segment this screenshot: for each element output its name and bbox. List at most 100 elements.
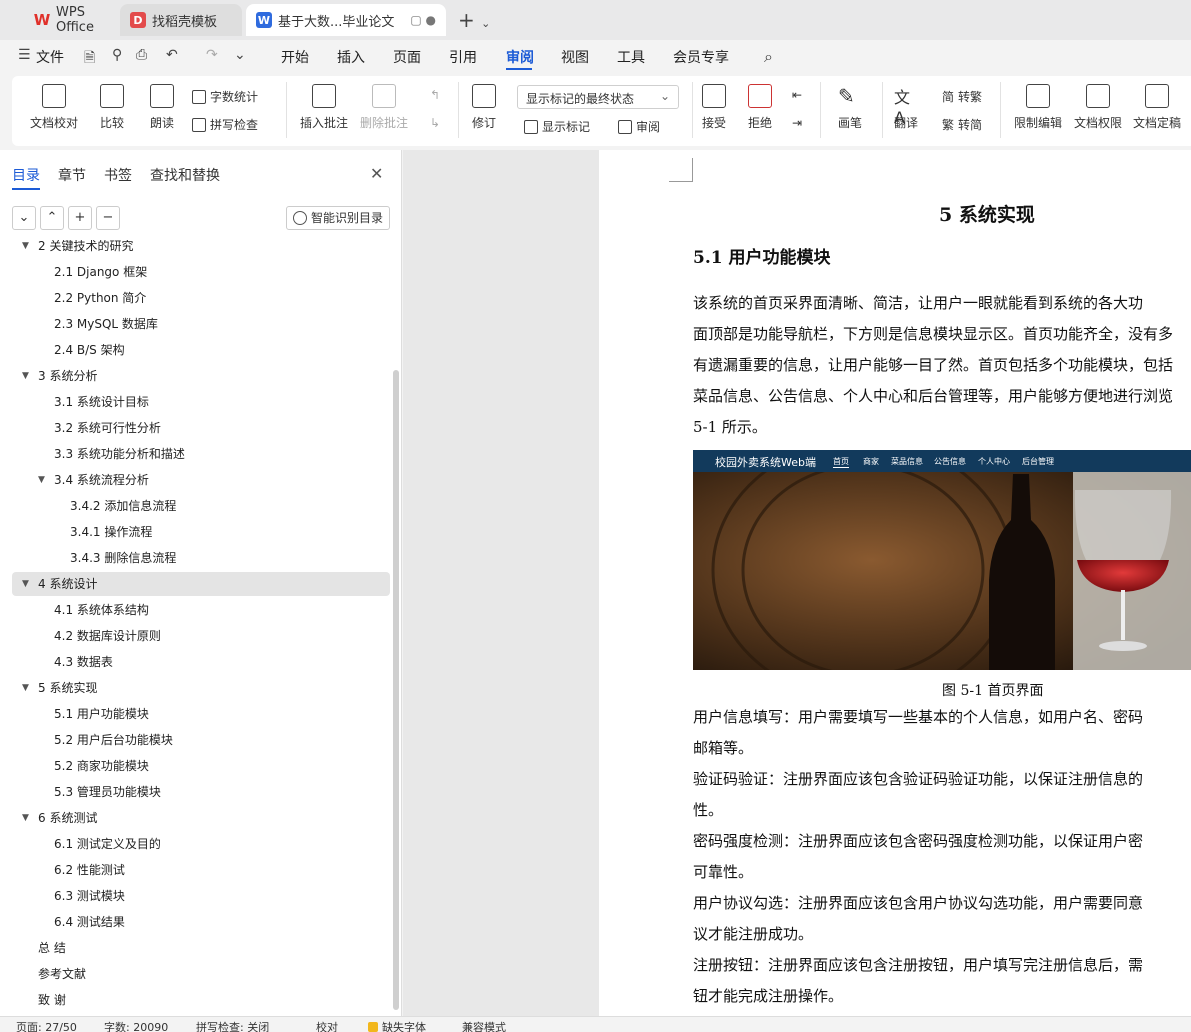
toc-item[interactable]: 3.4.3 删除信息流程 (12, 546, 390, 570)
next-comment-icon[interactable]: ↳ (430, 116, 440, 130)
toc-item[interactable]: ▼ 3 系统分析 (12, 364, 390, 388)
review-pane-button[interactable]: 审阅 (618, 118, 660, 135)
compare-button[interactable]: 比较 (100, 84, 124, 131)
save-icon[interactable]: 🗎 (84, 47, 95, 71)
remove-heading-button[interactable]: − (96, 206, 120, 230)
search-icon[interactable]: ⌕ (764, 47, 773, 67)
menu-references[interactable]: 引用 (449, 47, 477, 67)
document-page[interactable]: 5 系统实现 5.1 用户功能模块 该系统的首页采界面清晰、简洁，让用户一眼就能… (599, 150, 1191, 1016)
spell-check-status[interactable]: 拼写检查: 关闭 (196, 1019, 269, 1032)
menu-review[interactable]: 审阅 (506, 47, 534, 67)
nav-tab-toc[interactable]: 目录 (12, 165, 40, 185)
toc-item[interactable]: ▼ 6 系统测试 (12, 806, 390, 830)
expand-caret-icon[interactable]: ▼ (22, 572, 29, 596)
proofread-status[interactable]: 校对 (316, 1019, 338, 1032)
toc-item[interactable]: 3.4.1 操作流程 (12, 520, 390, 544)
toc-item[interactable]: 致 谢 (12, 988, 390, 1012)
menu-page[interactable]: 页面 (393, 47, 421, 67)
quick-access-dropdown-icon[interactable]: ⌄ (234, 47, 246, 63)
menu-start[interactable]: 开始 (281, 47, 309, 67)
add-heading-button[interactable]: + (68, 206, 92, 230)
next-change-icon[interactable]: ⇥ (792, 116, 802, 130)
toc-item[interactable]: 6.4 测试结果 (12, 910, 390, 934)
expand-caret-icon[interactable]: ▼ (22, 364, 29, 388)
doc-finalize-button[interactable]: 文档定稿 (1133, 84, 1181, 131)
toc-item[interactable]: 4.2 数据库设计原则 (12, 624, 390, 648)
toc-item[interactable]: 3.2 系统可行性分析 (12, 416, 390, 440)
toc-item[interactable]: 6.3 测试模块 (12, 884, 390, 908)
tab-document[interactable]: W 基于大数...毕业论文 ▢ ● (246, 4, 446, 36)
pen-button[interactable]: ✎ 画笔 (838, 84, 862, 131)
nav-tab-bookmarks[interactable]: 书签 (104, 165, 132, 185)
page-indicator[interactable]: 页面: 27/50 (16, 1019, 77, 1032)
toc-item[interactable]: ▼ 5 系统实现 (12, 676, 390, 700)
delete-comment-button[interactable]: 删除批注 (360, 84, 408, 131)
doc-permission-button[interactable]: 文档权限 (1074, 84, 1122, 131)
translate-button[interactable]: 文A 翻译 (894, 84, 918, 131)
word-count-button[interactable]: 字数统计 (192, 88, 258, 105)
toc-item[interactable]: 5.1 用户功能模块 (12, 702, 390, 726)
collapse-up-button[interactable]: ⌃ (40, 206, 64, 230)
menu-file[interactable]: 文件 (36, 47, 64, 67)
hamburger-menu-icon[interactable]: ☰ (18, 47, 31, 63)
new-tab-button[interactable]: + ⌄ (458, 8, 490, 32)
nav-tab-chapters[interactable]: 章节 (58, 165, 86, 185)
expand-caret-icon[interactable]: ▼ (38, 468, 45, 492)
toc-item[interactable]: ▼ 4 系统设计 (12, 572, 390, 596)
undo-icon[interactable]: ↶ (166, 47, 178, 63)
toc-scrollbar[interactable] (393, 370, 399, 1010)
restrict-edit-button[interactable]: 限制编辑 (1014, 84, 1062, 131)
read-aloud-button[interactable]: 朗读 (150, 84, 174, 131)
toc-item[interactable]: 2.2 Python 简介 (12, 286, 390, 310)
toc-item[interactable]: 5.2 用户后台功能模块 (12, 728, 390, 752)
toc-item[interactable]: 3.1 系统设计目标 (12, 390, 390, 414)
toc-item[interactable]: 5.2 商家功能模块 (12, 754, 390, 778)
collapse-down-button[interactable]: ⌄ (12, 206, 36, 230)
toc-item[interactable]: 参考文献 (12, 962, 390, 986)
prev-change-icon[interactable]: ⇤ (792, 88, 802, 102)
toc-item[interactable]: 3.4.2 添加信息流程 (12, 494, 390, 518)
reject-button[interactable]: 拒绝 (748, 84, 772, 131)
show-markup-button[interactable]: 显示标记 (524, 118, 590, 135)
menu-view[interactable]: 视图 (561, 47, 589, 67)
toc-item[interactable]: 总 结 (12, 936, 390, 960)
expand-caret-icon[interactable]: ▼ (22, 806, 29, 830)
nav-tab-find-replace[interactable]: 查找和替换 (150, 165, 220, 185)
tab-wps-office[interactable]: W WPS Office (24, 4, 116, 36)
redo-icon[interactable]: ↷ (206, 47, 218, 63)
spell-check-button[interactable]: 拼写检查 (192, 116, 258, 133)
toc-item[interactable]: 2.4 B/S 架构 (12, 338, 390, 362)
close-icon[interactable]: ✕ (370, 164, 383, 183)
toc-item[interactable]: 6.2 性能测试 (12, 858, 390, 882)
homepage-screenshot-figure[interactable]: 校园外卖系统Web端 首页 商家 菜品信息 公告信息 个人中心 后台管理 (693, 450, 1191, 670)
menu-member[interactable]: 会员专享 (673, 47, 729, 67)
to-traditional-button[interactable]: 简 转繁 (942, 88, 982, 105)
smart-toc-button[interactable]: 智能识别目录 (286, 206, 390, 230)
expand-caret-icon[interactable]: ▼ (22, 676, 29, 700)
toc-item[interactable]: ▼ 3.4 系统流程分析 (12, 468, 390, 492)
markup-state-dropdown[interactable]: 显示标记的最终状态 ⌄ (517, 85, 679, 109)
toc-item[interactable]: 3.3 系统功能分析和描述 (12, 442, 390, 466)
print-preview-icon[interactable]: ⎙ (136, 47, 147, 63)
toc-item[interactable]: 2.3 MySQL 数据库 (12, 312, 390, 336)
prev-comment-icon[interactable]: ↰ (430, 88, 440, 102)
insert-comment-button[interactable]: 插入批注 (300, 84, 348, 131)
to-simplified-button[interactable]: 繁 转简 (942, 116, 982, 133)
toc-item[interactable]: 4.3 数据表 (12, 650, 390, 674)
share-icon[interactable]: ⚲ (112, 47, 122, 63)
toc-item[interactable]: 4.1 系统体系结构 (12, 598, 390, 622)
tab-templates[interactable]: D 找稻壳模板 (120, 4, 242, 36)
expand-caret-icon[interactable]: ▼ (22, 240, 29, 258)
track-changes-button[interactable]: 修订 (472, 84, 496, 131)
menu-tools[interactable]: 工具 (617, 47, 645, 67)
word-count-status[interactable]: 字数: 20090 (104, 1019, 168, 1032)
toc-item[interactable]: 2.1 Django 框架 (12, 260, 390, 284)
toc-item[interactable]: ▼ 2 关键技术的研究 (12, 240, 390, 258)
toc-item[interactable]: 5.3 管理员功能模块 (12, 780, 390, 804)
proofread-button[interactable]: 文档校对 (30, 84, 78, 131)
toc-item[interactable]: 6.1 测试定义及目的 (12, 832, 390, 856)
menu-insert[interactable]: 插入 (337, 47, 365, 67)
tab-close-dot-icon[interactable]: ▢ ● (410, 13, 436, 27)
missing-font-status[interactable]: 缺失字体 (368, 1019, 426, 1032)
accept-button[interactable]: 接受 (702, 84, 726, 131)
